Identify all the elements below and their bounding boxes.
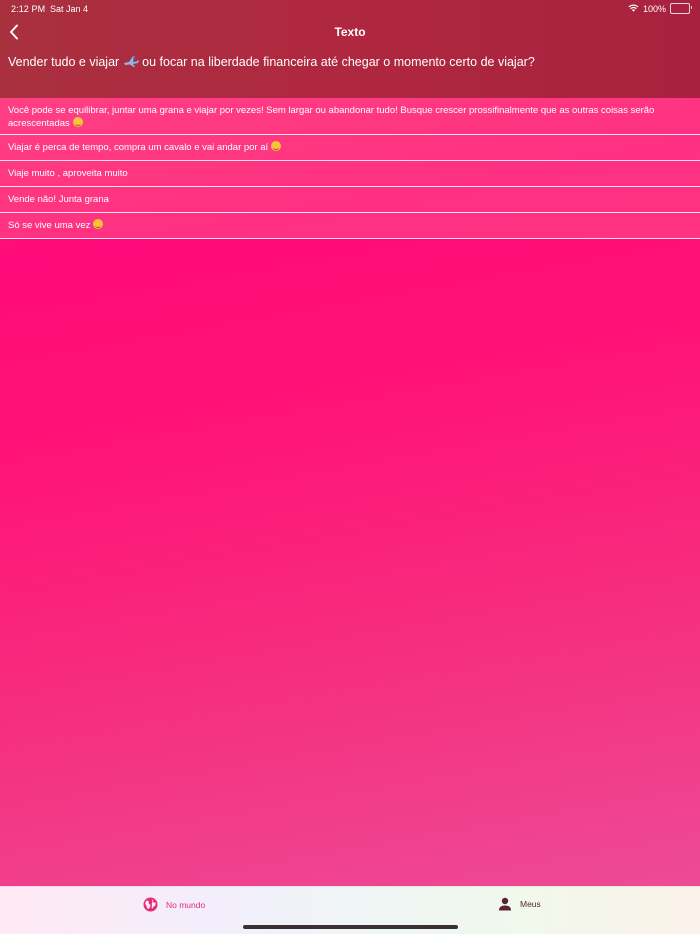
smiling-face-emoji-icon [72,117,83,127]
list-item[interactable]: Só se vive uma vez [0,213,700,239]
nav-title: Texto [334,25,366,39]
tab-label: No mundo [166,899,206,910]
answer-text: Só se vive uma vez [8,220,91,231]
question-text-after: ou focar na liberdade financeira até che… [142,55,535,69]
status-date: Sat Jan 4 [50,4,89,14]
status-right: 100% [628,3,692,14]
tab-meus[interactable]: Meus [498,897,541,911]
laughing-face-emoji-icon [271,141,282,151]
person-icon [499,897,511,911]
wifi-icon [628,4,639,14]
tab-label: Meus [520,899,541,909]
answer-text: Você pode se equilibrar, juntar uma gran… [8,105,655,129]
globe-icon [143,897,158,912]
home-indicator [243,925,458,929]
answer-text: Viaje muito , aproveita muito [8,168,128,179]
battery-tip [690,6,692,9]
tab-no-mundo[interactable]: No mundo [143,897,205,912]
relieved-face-emoji-icon [93,219,104,229]
answer-text: Vende não! Junta grana [8,194,109,205]
list-item[interactable]: Vende não! Junta grana [0,187,700,213]
question-text: Vender tudo e viajar ou focar na liberda… [8,54,692,72]
question-text-before: Vender tudo e viajar [8,55,120,69]
list-item[interactable]: Viaje muito , aproveita muito [0,161,700,187]
answer-text: Viajar é perca de tempo, compra um caval… [8,142,269,153]
answers-list: Você pode se equilibrar, juntar uma gran… [0,98,700,239]
list-item[interactable]: Viajar é perca de tempo, compra um caval… [0,135,700,161]
battery-percent: 100% [642,3,666,14]
airplane-icon [123,54,139,72]
status-bar: 2:12 PM Sat Jan 4 100% [0,0,700,18]
list-item[interactable]: Você pode se equilibrar, juntar uma gran… [0,98,700,135]
status-time: 2:12 PM [11,4,46,14]
battery-icon [670,3,692,14]
